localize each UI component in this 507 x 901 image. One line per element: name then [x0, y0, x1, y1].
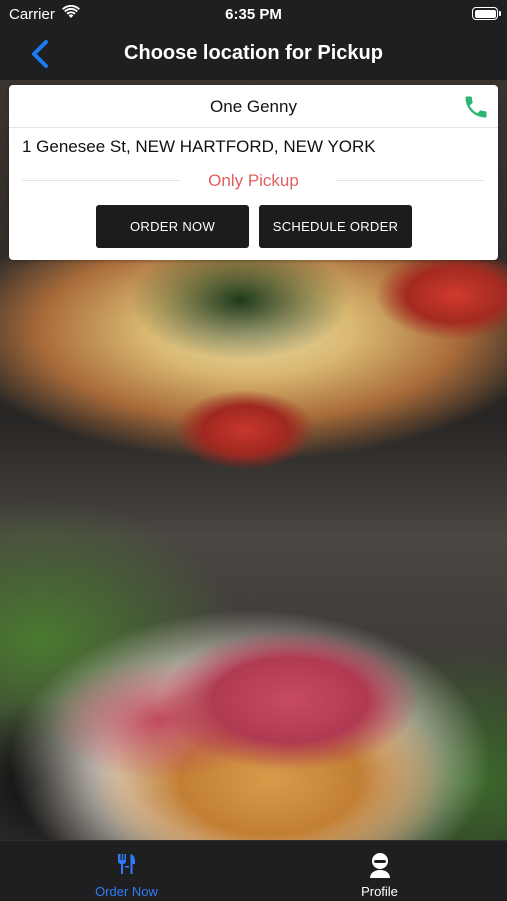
order-now-button[interactable]: ORDER NOW — [96, 205, 249, 248]
tab-order-now[interactable]: Order Now — [0, 841, 253, 901]
page-title: Choose location for Pickup — [124, 42, 383, 64]
tab-profile[interactable]: Profile — [253, 841, 506, 901]
phone-icon[interactable] — [462, 93, 490, 121]
navigation-bar: Choose location for Pickup — [0, 28, 507, 80]
status-bar: Carrier 6:35 PM — [0, 0, 507, 28]
location-address: 1 Genesee St, NEW HARTFORD, NEW YORK — [22, 137, 376, 156]
tab-bar: Order Now Profile — [0, 840, 507, 900]
battery-icon — [472, 7, 501, 20]
location-name: One Genny — [9, 85, 498, 128]
person-icon — [370, 853, 390, 878]
tab-profile-label: Profile — [361, 884, 398, 899]
status-time: 6:35 PM — [225, 6, 282, 23]
fork-knife-icon — [118, 854, 135, 874]
pickup-mode-label: Only Pickup — [208, 171, 299, 190]
tab-order-now-label: Order Now — [95, 884, 158, 899]
location-card: One Genny 1 Genesee St, NEW HARTFORD, NE… — [9, 85, 498, 260]
schedule-order-button[interactable]: SCHEDULE ORDER — [259, 205, 412, 248]
divider — [336, 180, 484, 181]
